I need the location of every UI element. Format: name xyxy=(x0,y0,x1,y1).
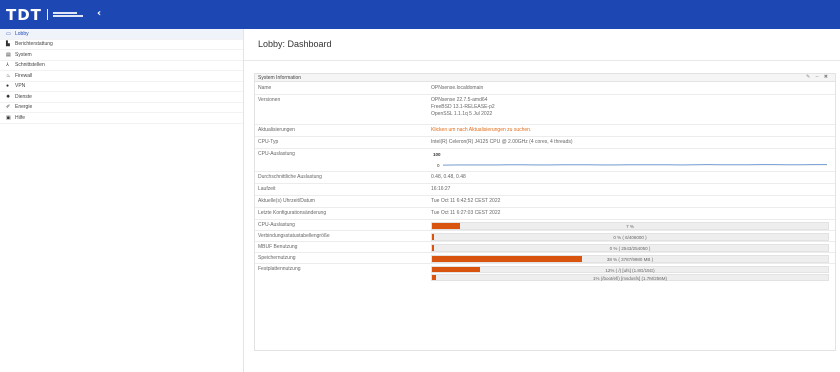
version-line: FreeBSD 13.1-RELEASE-p2 xyxy=(431,104,495,110)
progress-text: 0 % ( 6/406000 ) xyxy=(613,234,647,240)
sidebar-item-label: Berichterstattung xyxy=(15,41,53,48)
mbuf-progress: 0 % ( 2543/254050 ) xyxy=(431,243,829,252)
row-value: 0.48, 0.48, 0.48 xyxy=(431,174,466,180)
row-load: Durchschnittliche Auslastung 0.48, 0.48,… xyxy=(255,172,835,184)
row-label: Versionen xyxy=(258,97,281,103)
sidebar-item-hilfe[interactable]: ▣ Hilfe xyxy=(0,113,243,124)
brand-logo[interactable]: TDT xyxy=(6,5,83,24)
disk-efi-progress: 1% (/boot/efi) [msdosfs] (1.7M/256M) xyxy=(431,274,829,281)
row-label: Aktualisierungen xyxy=(258,127,295,133)
sidebar-item-lobby[interactable]: ▭ Lobby xyxy=(0,29,243,40)
row-datetime: Aktuelle(s) Uhrzeit/Datum Tue Oct 11 6:4… xyxy=(255,196,835,208)
row-label: Aktuelle(s) Uhrzeit/Datum xyxy=(258,198,315,204)
progress-text: 38 % ( 3787/9980 MB ) xyxy=(606,256,654,262)
sidebar-collapse-icon[interactable]: ‹ xyxy=(97,9,101,19)
row-versions: Versionen OPNsense 22.7.5-amd64 FreeBSD … xyxy=(255,95,835,125)
sidebar: ▭ Lobby ▙ Berichterstattung ▤ System ⅄ Schnitts… xyxy=(0,29,244,372)
progress-text: 12% ( /) [ufs] (1.8G/15G) xyxy=(605,267,655,273)
version-line: OPNsense 22.7.5-amd64 xyxy=(431,97,488,103)
top-bar: TDT ‹ xyxy=(0,0,840,29)
version-line: OpenSSL 1.1.1q 5 Jul 2022 xyxy=(431,111,493,117)
row-memory: Speichernutzung 38 % ( 3787/9980 MB ) xyxy=(255,253,835,264)
row-label: Durchschnittliche Auslastung xyxy=(258,174,322,180)
memory-progress: 38 % ( 3787/9980 MB ) xyxy=(431,254,829,263)
sitemap-icon: ⅄ xyxy=(6,62,10,69)
row-value: Intel(R) Celeron(R) J4125 CPU @ 2.00GHz … xyxy=(431,139,573,145)
sidebar-item-label: System xyxy=(15,51,32,58)
sidebar-item-label: Schnittstellen xyxy=(15,62,45,69)
main-content: Lobby: Dashboard System Information ✎ – … xyxy=(244,29,840,372)
server-icon: ▤ xyxy=(6,51,11,58)
row-value: Tue Oct 11 6:27:03 CEST 2022 xyxy=(431,210,501,216)
cpu-usage-chart: 100 0 xyxy=(433,152,827,168)
sidebar-item-berichterstattung[interactable]: ▙ Berichterstattung xyxy=(0,40,243,50)
chart-icon: ▙ xyxy=(6,41,10,48)
sidebar-item-label: Firewall xyxy=(15,72,33,79)
widget-header: System Information ✎ – ✖ xyxy=(255,74,835,82)
chart-ytick-min: 0 xyxy=(437,163,440,168)
row-name: Name OPNsense.localdomain xyxy=(255,83,835,95)
cpu-usage-progress: 7 % xyxy=(431,221,829,230)
row-value: OPNsense 22.7.5-amd64 FreeBSD 13.1-RELEA… xyxy=(431,97,495,118)
logo-tagline-graphic xyxy=(52,12,83,17)
check-updates-link[interactable]: Klicken um nach Aktualisierungen zu such… xyxy=(431,127,531,134)
sidebar-item-label: Dienste xyxy=(15,93,32,100)
globe-icon: ● xyxy=(6,83,10,90)
cog-icon: ✹ xyxy=(6,93,11,100)
row-label: Verbindungsstatustabellengröße xyxy=(258,233,330,239)
row-label: CPU-Auslastung xyxy=(258,222,295,228)
sidebar-item-system[interactable]: ▤ System xyxy=(0,50,243,61)
logo-divider xyxy=(46,9,48,20)
sidebar-item-label: Lobby xyxy=(15,30,29,37)
widget-tools-icons[interactable]: ✎ – ✖ xyxy=(806,74,830,80)
sidebar-item-dienste[interactable]: ✹ Dienste xyxy=(0,92,243,103)
row-label: CPU-Auslastung xyxy=(258,151,295,157)
disk-root-progress: 12% ( /) [ufs] (1.8G/15G) xyxy=(431,265,829,273)
row-cpu-usage: CPU-Auslastung 7 % xyxy=(255,220,835,231)
laptop-icon: ▭ xyxy=(6,30,11,37)
system-information-widget: System Information ✎ – ✖ Name OPNsense.l… xyxy=(254,73,836,351)
sidebar-item-schnittstellen[interactable]: ⅄ Schnittstellen xyxy=(0,61,243,71)
sidebar-item-vpn[interactable]: ● VPN xyxy=(0,82,243,92)
row-label: MBUF Benutzung xyxy=(258,244,298,250)
progress-text: 0 % ( 2543/254050 ) xyxy=(609,245,651,251)
states-progress: 0 % ( 6/406000 ) xyxy=(431,232,829,241)
sidebar-item-firewall[interactable]: ♨ Firewall xyxy=(0,71,243,82)
sidebar-item-label: Energie xyxy=(15,104,33,111)
row-mbuf: MBUF Benutzung 0 % ( 2543/254050 ) xyxy=(255,242,835,253)
sidebar-item-energie[interactable]: ✐ Energie xyxy=(0,103,243,113)
fire-icon: ♨ xyxy=(6,72,11,79)
row-label: Letzte Konfigurationsänderung xyxy=(258,210,327,216)
progress-text: 1% (/boot/efi) [msdosfs] (1.7M/256M) xyxy=(592,276,668,281)
logo-text: TDT xyxy=(6,5,42,24)
plug-icon: ✐ xyxy=(6,104,11,111)
row-cpu-graph: CPU-Auslastung 100 0 xyxy=(255,149,835,172)
chart-ytick-max: 100 xyxy=(433,152,441,157)
sidebar-item-label: VPN xyxy=(15,83,26,90)
help-icon: ▣ xyxy=(6,114,11,121)
row-updates: Aktualisierungen Klicken um nach Aktuali… xyxy=(255,125,835,137)
row-value: Tue Oct 11 6:42:52 CEST 2022 xyxy=(431,198,501,204)
progress-text: 7 % xyxy=(626,223,634,229)
row-disk: Festplattennutzung 12% ( /) [ufs] (1.8G/… xyxy=(255,264,835,284)
title-divider xyxy=(244,60,840,61)
page-title: Lobby: Dashboard xyxy=(258,39,332,49)
row-states: Verbindungsstatustabellengröße 0 % ( 6/4… xyxy=(255,231,835,242)
row-label: Festplattennutzung xyxy=(258,266,301,272)
widget-title: System Information xyxy=(258,75,302,81)
row-cpu-type: CPU-Typ Intel(R) Celeron(R) J4125 CPU @ … xyxy=(255,137,835,149)
row-label: CPU-Typ xyxy=(258,139,279,145)
row-label: Speichernutzung xyxy=(258,255,296,261)
row-value: 16:16:27 xyxy=(431,186,451,192)
row-uptime: Laufzeit 16:16:27 xyxy=(255,184,835,196)
row-label: Name xyxy=(258,85,272,91)
row-last-config: Letzte Konfigurationsänderung Tue Oct 11… xyxy=(255,208,835,220)
row-value: OPNsense.localdomain xyxy=(431,85,484,91)
row-label: Laufzeit xyxy=(258,186,276,192)
sidebar-item-label: Hilfe xyxy=(15,114,26,121)
system-info-table: Name OPNsense.localdomain Versionen OPNs… xyxy=(255,83,835,284)
